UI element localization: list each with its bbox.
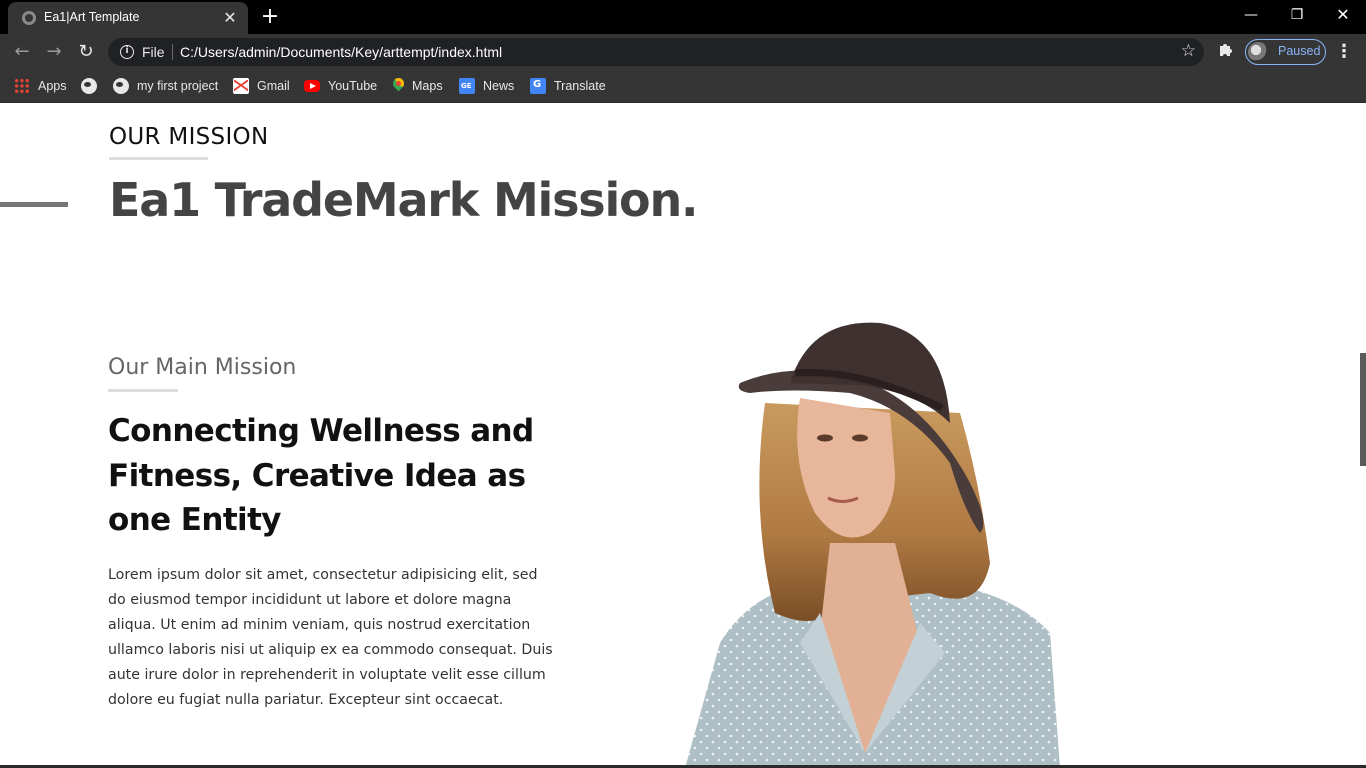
avatar [1248,42,1268,62]
apps-grid-icon [14,78,30,94]
reload-button[interactable]: ↻ [74,40,98,64]
bookmark-label: YouTube [328,79,378,93]
page-viewport: OUR MISSION Ea1 TradeMark Mission. Our M… [0,103,1366,768]
bookmark-label: Gmail [257,79,290,93]
youtube-icon [304,80,320,92]
woman-with-hat-photo [685,322,1060,768]
profile-button[interactable]: Paused [1245,39,1326,65]
puzzle-icon[interactable] [1216,41,1236,61]
forward-button[interactable]: → [42,40,66,64]
bookmark-my-first-project[interactable]: my first project [113,76,218,96]
bookmark-label: my first project [137,79,219,93]
scheme-label: File [142,44,165,60]
bookmark-star-icon[interactable]: ☆ [1181,41,1196,61]
translate-icon [530,78,546,94]
maps-icon [392,78,404,94]
url-text[interactable]: C:/Users/admin/Documents/Key/arttempt/in… [180,44,502,60]
profile-status: Paused [1278,44,1321,58]
scrollbar-thumb[interactable] [1360,353,1366,466]
bookmark-youtube[interactable]: YouTube [304,76,377,96]
globe-icon [113,78,129,94]
news-icon [459,78,475,94]
bookmark-maps[interactable]: Maps [392,76,443,96]
mission-body-text: Lorem ipsum dolor sit amet, consectetur … [108,567,553,708]
bookmarks-bar: Apps my first project Gmail YouTube Maps… [0,70,1366,103]
kebab-menu-icon[interactable]: ⋮ [1334,40,1354,64]
info-icon[interactable]: i [120,45,134,59]
gmail-icon [233,78,249,94]
section-label: OUR MISSION [109,124,269,150]
globe-icon [22,11,36,25]
mission-eyebrow-underline [108,389,178,392]
bookmark-gmail[interactable]: Gmail [233,76,290,96]
new-tab-button[interactable]: + [258,6,282,28]
bookmark-label: Translate [554,79,606,93]
address-bar[interactable]: i File C:/Users/admin/Documents/Key/artt… [108,38,1204,66]
decorative-side-line [0,202,68,207]
browser-toolbar: ← → ↻ i File C:/Users/admin/Documents/Ke… [0,34,1366,70]
globe-icon [81,78,97,94]
bookmark-label: Maps [412,79,443,93]
page-title: Ea1 TradeMark Mission. [109,173,698,227]
bookmark-translate[interactable]: Translate [530,76,606,96]
mission-heading: Connecting Wellness and Fitness, Creativ… [108,413,534,538]
bookmark-globe[interactable] [81,76,105,96]
browser-title-bar: Ea1|Art Template ✕ + — ❐ ✕ [0,0,1366,34]
minimize-button[interactable]: — [1228,0,1274,32]
tab-close-icon[interactable]: ✕ [220,8,240,28]
mission-eyebrow: Our Main Mission [108,355,297,380]
window-close-button[interactable]: ✕ [1320,0,1366,32]
omnibox-divider [172,44,173,60]
section-label-underline [109,157,208,160]
browser-tab[interactable]: Ea1|Art Template ✕ [8,2,248,34]
tab-title: Ea1|Art Template [44,10,140,24]
bookmark-news[interactable]: News [459,76,514,96]
bookmark-apps[interactable]: Apps [14,76,67,96]
bookmark-label: Apps [38,79,67,93]
maximize-button[interactable]: ❐ [1274,0,1320,32]
back-button[interactable]: ← [10,40,34,64]
bookmark-label: News [483,79,515,93]
